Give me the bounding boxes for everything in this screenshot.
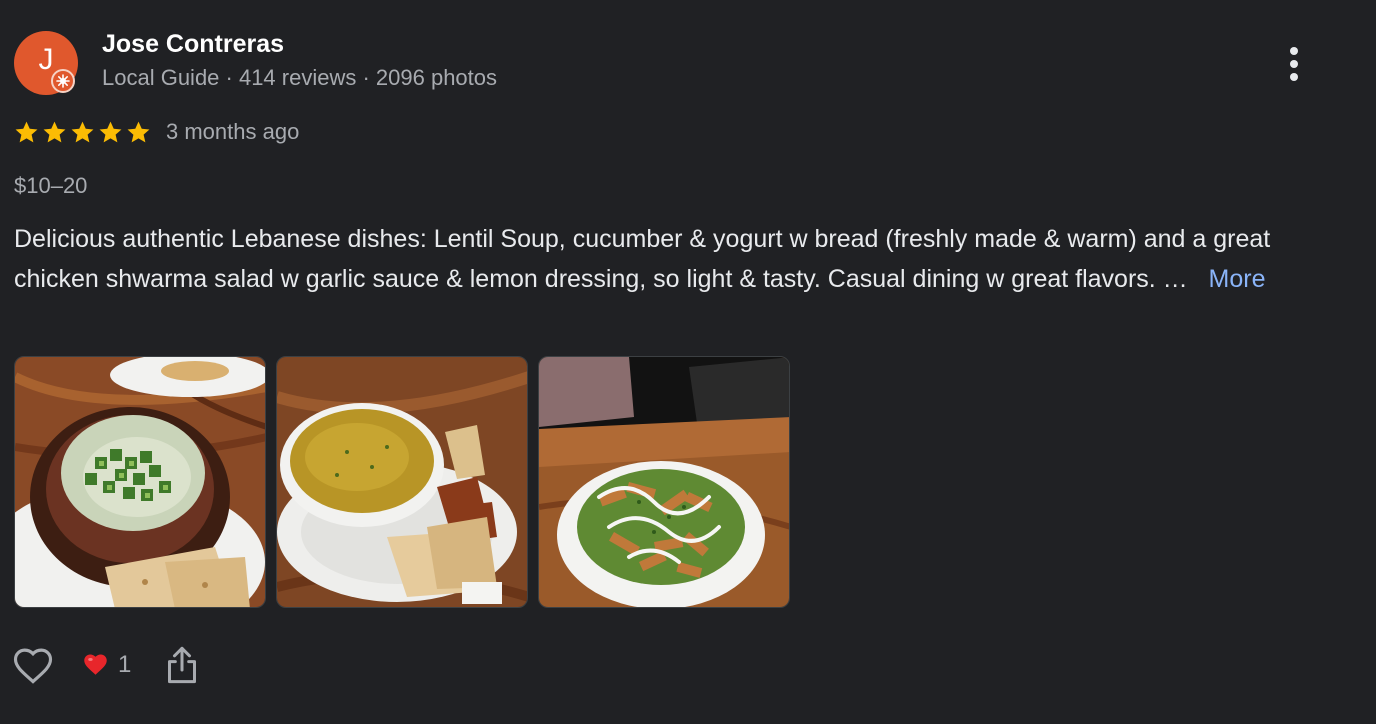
- review-text: Delicious authentic Lebanese dishes: Len…: [14, 219, 1334, 299]
- reviewer-meta: Local Guide · 414 reviews · 2096 photos: [102, 65, 498, 90]
- more-link[interactable]: More: [1209, 265, 1266, 293]
- star-icon: [15, 121, 38, 143]
- price-range: $10–20: [14, 173, 88, 198]
- share-icon: [168, 646, 196, 684]
- reaction-count: 1: [118, 651, 132, 678]
- star-icon: [127, 121, 150, 143]
- more-options-icon[interactable]: [1281, 44, 1307, 84]
- review-date: 3 months ago: [166, 119, 300, 144]
- review-card: J Jose Contreras Local Guide · 414 revie…: [0, 0, 1376, 724]
- local-guide-badge-icon: [51, 69, 75, 93]
- star-icon: [99, 121, 122, 143]
- like-button[interactable]: [12, 645, 54, 690]
- lentil-soup-photo[interactable]: [276, 356, 528, 608]
- review-body: Delicious authentic Lebanese dishes: Len…: [14, 225, 1271, 293]
- red-heart-icon: [84, 654, 107, 675]
- star-icon: [43, 121, 66, 143]
- star-icon: [71, 121, 94, 143]
- heart-outline-icon: [13, 648, 53, 684]
- reviewer-name[interactable]: Jose Contreras: [102, 30, 284, 59]
- chicken-shawarma-salad-photo[interactable]: [538, 356, 790, 608]
- share-button[interactable]: [165, 645, 199, 690]
- reaction-button[interactable]: [82, 651, 109, 682]
- cucumber-yogurt-dip-photo[interactable]: [14, 356, 266, 608]
